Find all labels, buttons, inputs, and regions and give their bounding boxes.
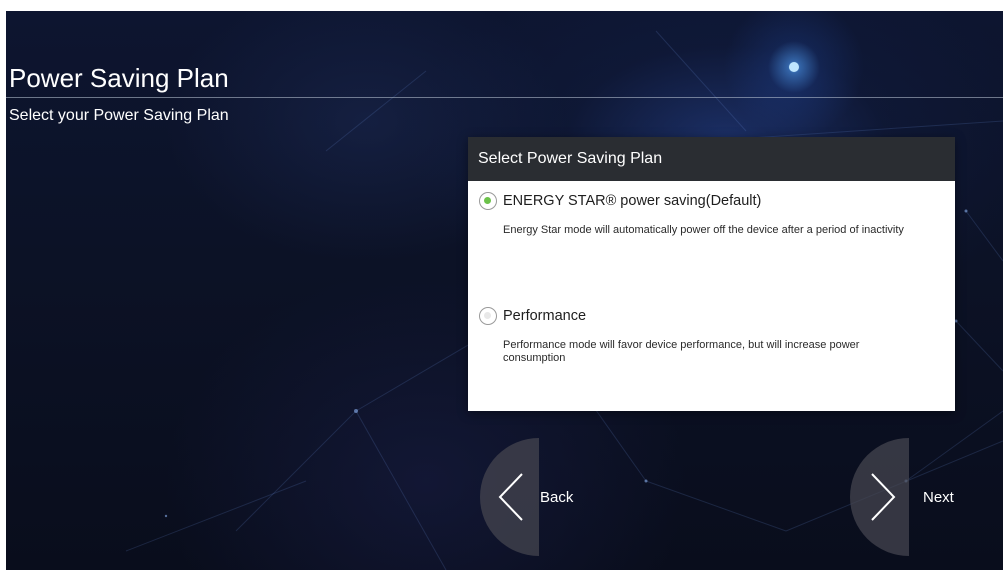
radio-unselected-dot	[484, 312, 491, 319]
back-button-label: Back	[540, 489, 574, 506]
dialog-title: Select Power Saving Plan	[468, 137, 955, 181]
next-button-label: Next	[923, 489, 954, 506]
option-performance-description: Performance mode will favor device perfo…	[503, 339, 860, 364]
next-button[interactable]: Next	[850, 438, 990, 556]
chevron-left-icon	[498, 473, 523, 521]
radio-selected-dot	[484, 197, 491, 204]
page-subtitle: Select your Power Saving Plan	[9, 107, 229, 124]
setup-screen: Power Saving Plan Select your Power Savi…	[6, 11, 1003, 570]
radio-button-performance[interactable]	[479, 307, 497, 325]
option-energy-star-label: ENERGY STAR® power saving(Default)	[503, 193, 762, 209]
chevron-right-icon	[871, 473, 896, 521]
title-divider	[6, 97, 1003, 98]
back-button[interactable]: Back	[480, 438, 620, 556]
option-energy-star-description: Energy Star mode will automatically powe…	[503, 224, 904, 236]
page-title: Power Saving Plan	[9, 63, 229, 93]
radio-button-energy-star[interactable]	[479, 192, 497, 210]
option-performance-label: Performance	[503, 308, 587, 324]
power-saving-plan-dialog: Select Power Saving Plan ENERGY STAR® po…	[468, 137, 955, 411]
